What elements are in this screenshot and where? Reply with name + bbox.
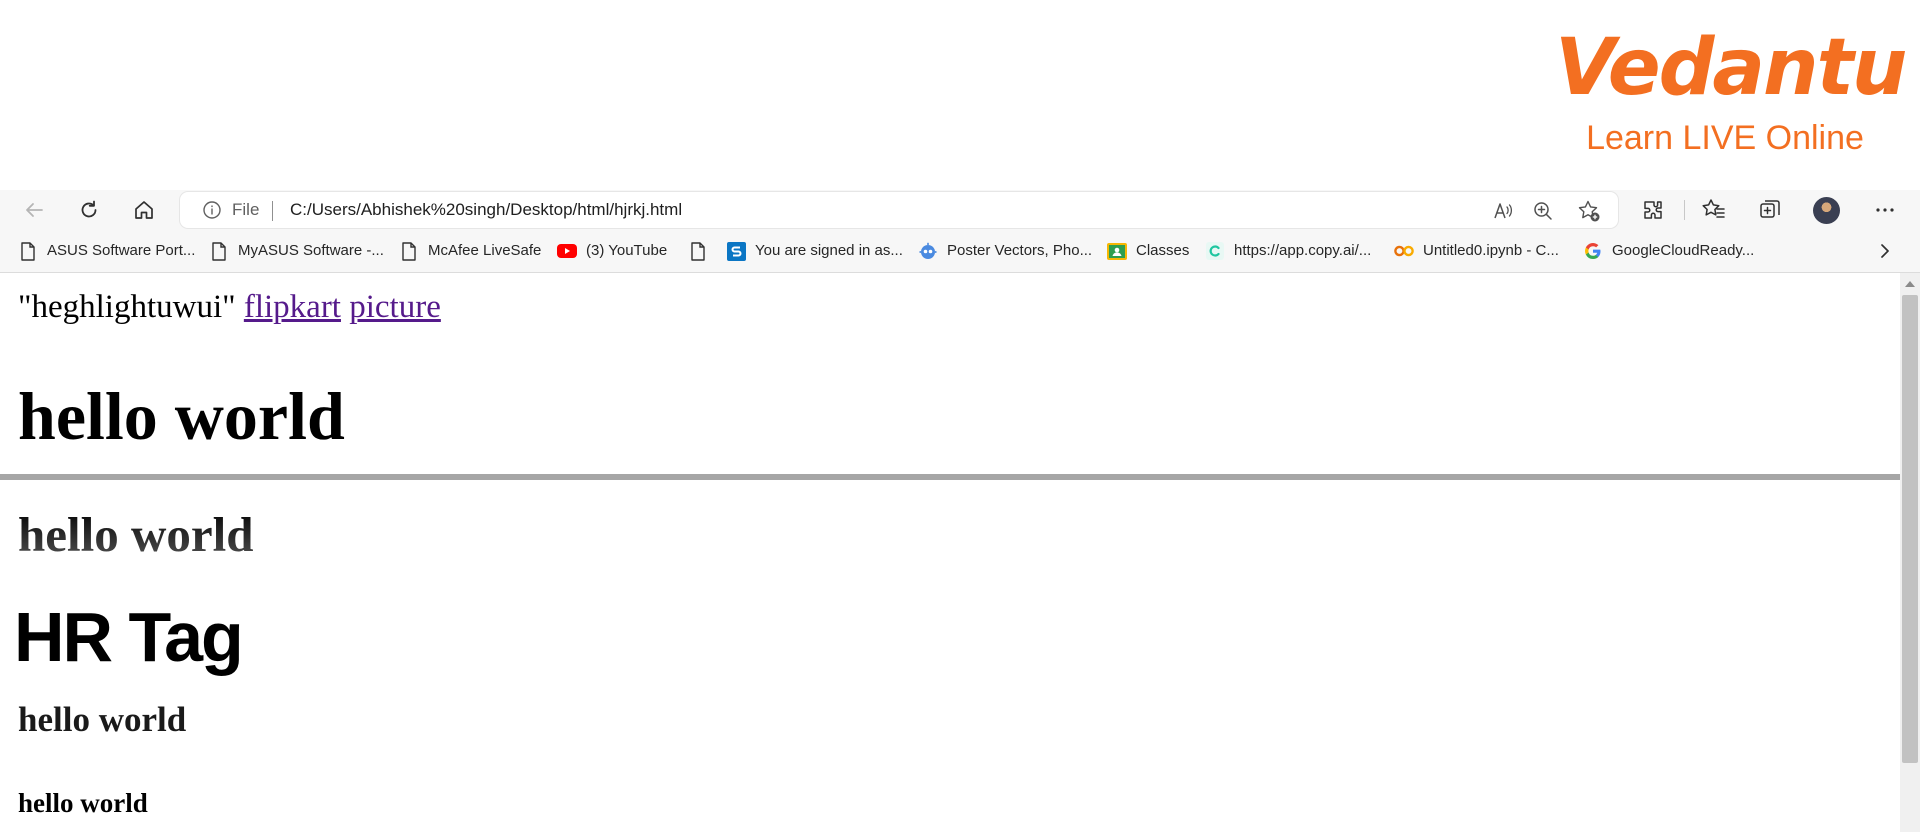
page-icon — [688, 241, 708, 261]
heading-4: hello world — [18, 788, 148, 818]
refresh-icon — [81, 200, 97, 218]
bookmark-label: Untitled0.ipynb - C... — [1423, 242, 1559, 259]
bookmark-youtube[interactable]: (3) YouTube — [557, 240, 667, 262]
intro-line: "heghlightuwui" flipkart picture — [18, 287, 441, 327]
bookmarks-bar: ASUS Software Port... MyASUS Software -.… — [0, 230, 1920, 273]
classroom-icon — [1107, 241, 1127, 261]
heading-1: hello world — [18, 378, 345, 454]
toolbar-separator — [1684, 200, 1685, 220]
page-icon — [399, 241, 419, 261]
favorites-icon[interactable] — [1699, 195, 1729, 225]
flipkart-link[interactable]: flipkart — [244, 289, 341, 325]
bookmark-label: GoogleCloudReady... — [1612, 242, 1755, 259]
add-favorite-icon[interactable] — [1576, 198, 1602, 224]
bookmark-poster-vectors[interactable]: Poster Vectors, Pho... — [918, 240, 1092, 262]
home-button[interactable] — [128, 194, 160, 226]
scrollbar-thumb[interactable] — [1902, 295, 1918, 763]
page-content: "heghlightuwui" flipkart picture hello w… — [0, 273, 1900, 832]
colab-icon — [1394, 241, 1414, 261]
more-icon[interactable] — [1870, 195, 1900, 225]
youtube-icon — [557, 241, 577, 261]
home-icon — [135, 201, 153, 219]
vertical-scrollbar[interactable] — [1900, 273, 1920, 832]
bookmarks-overflow-chevron-icon[interactable] — [1874, 240, 1896, 262]
back-icon — [26, 203, 43, 217]
info-icon[interactable] — [202, 200, 222, 220]
bookmark-classes[interactable]: Classes — [1107, 240, 1189, 262]
heading-2: hello world — [18, 507, 254, 562]
page-icon — [209, 241, 229, 261]
bookmark-asus-software-portal[interactable]: ASUS Software Port... — [18, 240, 195, 262]
bookmark-myasus-software[interactable]: MyASUS Software -... — [209, 240, 384, 262]
horizontal-rule — [0, 474, 1900, 480]
bookmark-copy-ai[interactable]: https://app.copy.ai/... — [1205, 240, 1371, 262]
bookmark-label: McAfee LiveSafe — [428, 242, 542, 259]
hr-tag-heading: HR Tag — [14, 598, 244, 676]
logo-wordmark: Vedantu — [1555, 23, 1907, 113]
bookmark-label: You are signed in as... — [755, 242, 903, 259]
bookmark-google-cloud-ready[interactable]: GoogleCloudReady... — [1583, 240, 1754, 262]
intro-text: "heghlightuwui" — [18, 289, 236, 325]
picture-link[interactable]: picture — [349, 289, 441, 325]
bookmark-mcafee-livesafe[interactable]: McAfee LiveSafe — [399, 240, 541, 262]
heading-3: hello world — [18, 700, 187, 739]
bookmark-label: https://app.copy.ai/... — [1234, 242, 1372, 259]
bookmark-colab-notebook[interactable]: Untitled0.ipynb - C... — [1394, 240, 1559, 262]
back-button[interactable] — [18, 194, 50, 226]
bookmark-signed-in[interactable]: You are signed in as... — [726, 240, 903, 262]
bot-icon — [918, 241, 938, 261]
zoom-icon[interactable] — [1530, 198, 1556, 224]
address-scheme-label: File — [232, 200, 260, 219]
bookmark-label: Classes — [1136, 242, 1190, 259]
bookmark-untitled-page[interactable] — [688, 240, 717, 262]
read-aloud-icon[interactable] — [1490, 198, 1516, 224]
address-bar[interactable]: File C:/Users/Abhishek%20singh/Desktop/h… — [180, 192, 1618, 228]
bookmark-label: MyASUS Software -... — [238, 242, 384, 259]
avatar[interactable] — [1813, 197, 1840, 224]
bookmark-label: Poster Vectors, Pho... — [947, 242, 1093, 259]
collections-icon[interactable] — [1755, 195, 1785, 225]
browser-toolbar: File C:/Users/Abhishek%20singh/Desktop/h… — [0, 190, 1920, 230]
address-url[interactable]: C:/Users/Abhishek%20singh/Desktop/html/h… — [290, 200, 682, 220]
brand-area: Vedantu Learn LIVE Online — [0, 0, 1920, 190]
scroll-up-arrow-icon[interactable] — [1900, 277, 1920, 291]
s-logo-icon — [726, 241, 746, 261]
refresh-button[interactable] — [73, 194, 105, 226]
extensions-icon[interactable] — [1638, 195, 1668, 225]
logo-tagline: Learn LIVE Online — [1586, 119, 1864, 157]
page-icon — [18, 241, 38, 261]
bookmark-label: (3) YouTube — [586, 242, 668, 259]
google-icon — [1583, 241, 1603, 261]
address-separator — [272, 201, 273, 221]
bookmark-label: ASUS Software Port... — [47, 242, 196, 259]
copyai-icon — [1205, 241, 1225, 261]
vedantu-logo: Vedantu Learn LIVE Online — [1555, 18, 1907, 168]
